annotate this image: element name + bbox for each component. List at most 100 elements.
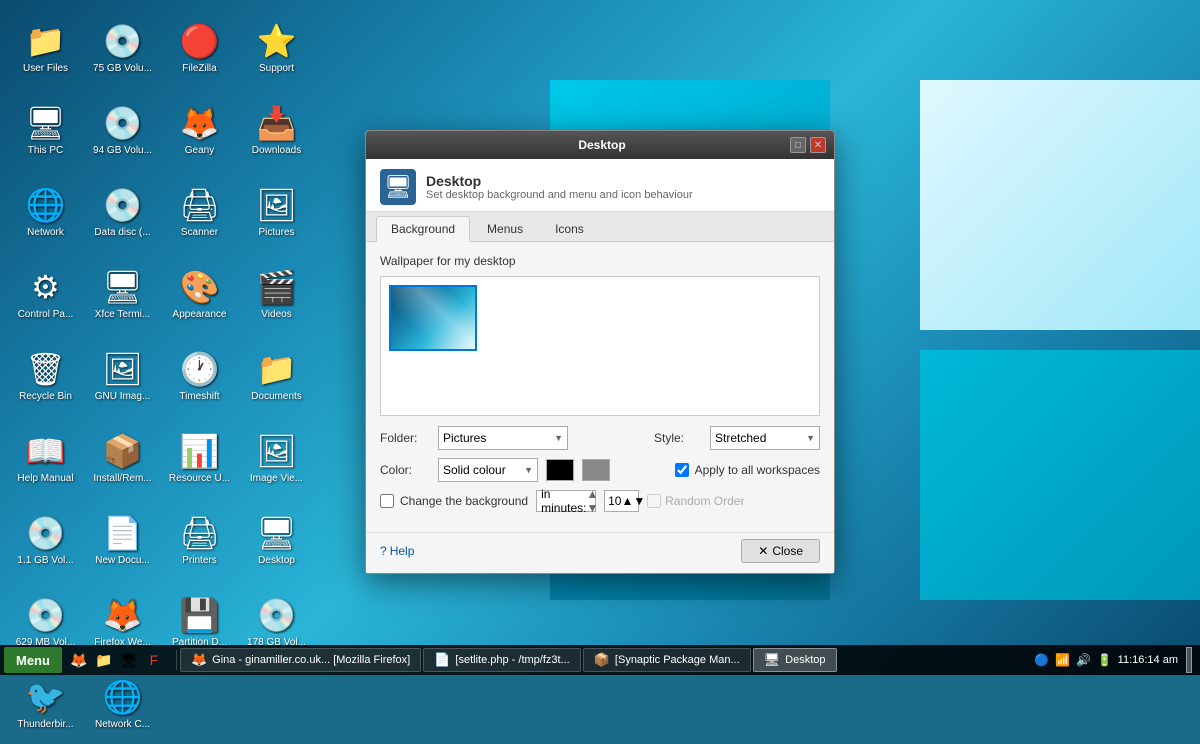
desktop-icon-resource-u[interactable]: 📊 Resource U... xyxy=(162,418,237,498)
help-link[interactable]: ? Help xyxy=(380,544,414,558)
color-swatch-gray[interactable] xyxy=(582,459,610,481)
desktop-icon-videos[interactable]: 🎬 Videos xyxy=(239,254,314,334)
desktop-icon-install-remove[interactable]: 📦 Install/Rem... xyxy=(85,418,160,498)
tab-background[interactable]: Background xyxy=(376,216,470,242)
tray-icon-volume[interactable]: 🔊 xyxy=(1075,651,1093,669)
desktop-icon-xfce-terminal[interactable]: 🖥 Xfce Termi... xyxy=(85,254,160,334)
show-desktop-button[interactable] xyxy=(1186,647,1192,673)
desktop-icon-network-c[interactable]: 🌐 Network C... xyxy=(85,664,160,744)
desktop-icon-94gb-vol[interactable]: 💿 94 GB Volu... xyxy=(85,90,160,170)
desktop-icon-scanner[interactable]: 🖨 Scanner xyxy=(162,172,237,252)
app-label-gina-firefox: Gina - ginamiller.co.uk... [Mozilla Fire… xyxy=(212,654,410,666)
icon-image-xfce-terminal: 🖥 xyxy=(103,267,143,307)
wallpaper-grid[interactable] xyxy=(380,276,820,416)
taskbar-icon-terminal[interactable]: 🖥 xyxy=(118,649,140,671)
icon-label-control-panel: Control Pa... xyxy=(18,309,74,321)
desktop-icon-downloads[interactable]: 📥 Downloads xyxy=(239,90,314,170)
minutes-select[interactable]: in minutes: ▲▼ xyxy=(536,490,596,512)
folder-caret: ▼ xyxy=(554,433,563,443)
taskbar-sep xyxy=(176,650,177,670)
close-button[interactable]: ✕ Close xyxy=(741,539,820,563)
dialog-app-icon: 🖥 xyxy=(380,169,416,205)
desktop-icon-support[interactable]: ⭐ Support xyxy=(239,8,314,88)
dialog-titlebar: Desktop □ ✕ xyxy=(366,131,834,159)
dialog-header: 🖥 Desktop Set desktop background and men… xyxy=(366,159,834,212)
apply-workspaces-label: Apply to all workspaces xyxy=(695,463,820,477)
icon-image-resource-u: 📊 xyxy=(180,431,220,471)
desktop-icon-gnu-image[interactable]: 🖼 GNU Imag... xyxy=(85,336,160,416)
desktop-icon-1gb-vol[interactable]: 💿 1.1 GB Vol... xyxy=(8,500,83,580)
minutes-number-input[interactable]: 10 ▲▼ xyxy=(604,490,639,512)
icon-image-network: 🌐 xyxy=(26,185,66,225)
titlebar-controls: □ ✕ xyxy=(790,137,826,153)
desktop-icon-help-manual[interactable]: 📖 Help Manual xyxy=(8,418,83,498)
icon-label-user-files: User Files xyxy=(23,63,68,75)
icon-label-appearance: Appearance xyxy=(173,309,227,321)
desktop-icon-image-viewer[interactable]: 🖼 Image Vie... xyxy=(239,418,314,498)
app-icon-gina-firefox: 🦊 xyxy=(191,652,207,668)
style-select[interactable]: Stretched ▼ xyxy=(710,426,820,450)
taskbar-app-gina-firefox[interactable]: 🦊 Gina - ginamiller.co.uk... [Mozilla Fi… xyxy=(180,648,421,672)
taskbar-app-setlite-php[interactable]: 📄 [setlite.php - /tmp/fz3t... xyxy=(423,648,581,672)
desktop-icon-desktop[interactable]: 🖥 Desktop xyxy=(239,500,314,580)
close-label: Close xyxy=(772,544,803,558)
wallpaper-thumb-1[interactable] xyxy=(389,285,477,351)
taskbar-app-synaptic[interactable]: 📦 [Synaptic Package Man... xyxy=(583,648,751,672)
icon-image-recycle-bin: 🗑 xyxy=(26,349,66,389)
icon-label-videos: Videos xyxy=(261,309,291,321)
apply-workspaces-checkbox[interactable] xyxy=(675,463,689,477)
tab-menus[interactable]: Menus xyxy=(472,216,538,241)
icon-label-image-viewer: Image Vie... xyxy=(250,473,303,485)
tab-icons[interactable]: Icons xyxy=(540,216,599,241)
in-minutes-value: in minutes: xyxy=(541,487,586,515)
icon-image-data-disc: 💿 xyxy=(103,185,143,225)
desktop-icon-data-disc[interactable]: 💿 Data disc (... xyxy=(85,172,160,252)
desktop-icon-user-files[interactable]: 📁 User Files xyxy=(8,8,83,88)
tray-icon-1[interactable]: 🔵 xyxy=(1033,651,1051,669)
folder-value: Pictures xyxy=(443,431,486,445)
icon-label-downloads: Downloads xyxy=(252,145,301,157)
desktop-icon-filezilla[interactable]: 🔴 FileZilla xyxy=(162,8,237,88)
dialog-header-text: Desktop Set desktop background and menu … xyxy=(426,173,693,201)
start-button[interactable]: Menu xyxy=(4,647,62,673)
tray-icon-network[interactable]: 📶 xyxy=(1054,651,1072,669)
random-order-label: Random Order xyxy=(665,494,744,508)
icon-image-support: ⭐ xyxy=(257,21,297,61)
icon-label-network: Network xyxy=(27,227,64,239)
icon-label-pictures: Pictures xyxy=(258,227,294,239)
desktop-icon-documents[interactable]: 📁 Documents xyxy=(239,336,314,416)
desktop-icon-timeshift[interactable]: 🕐 Timeshift xyxy=(162,336,237,416)
icon-image-install-remove: 📦 xyxy=(103,431,143,471)
taskbar-icon-filezilla[interactable]: F xyxy=(143,649,165,671)
desktop-icon-recycle-bin[interactable]: 🗑 Recycle Bin xyxy=(8,336,83,416)
taskbar-icon-firefox[interactable]: 🦊 xyxy=(68,649,90,671)
change-bg-checkbox[interactable] xyxy=(380,494,394,508)
icon-label-timeshift: Timeshift xyxy=(179,391,219,403)
random-order-checkbox[interactable] xyxy=(647,494,661,508)
desktop-icon-printers[interactable]: 🖨 Printers xyxy=(162,500,237,580)
desktop-icon-new-document[interactable]: 📄 New Docu... xyxy=(85,500,160,580)
desktop-icon-geany[interactable]: 🦊 Geany xyxy=(162,90,237,170)
help-question-icon: ? xyxy=(380,544,387,558)
icon-label-94gb-vol: 94 GB Volu... xyxy=(93,145,152,157)
desktop-icon-pictures[interactable]: 🖼 Pictures xyxy=(239,172,314,252)
maximize-button[interactable]: □ xyxy=(790,137,806,153)
desktop-icon-this-pc[interactable]: 🖥 This PC xyxy=(8,90,83,170)
color-swatch-black[interactable] xyxy=(546,459,574,481)
dialog-body: Wallpaper for my desktop Folder: Picture… xyxy=(366,242,834,532)
desktop-icon-network[interactable]: 🌐 Network xyxy=(8,172,83,252)
desktop-icon-control-panel[interactable]: ⚙ Control Pa... xyxy=(8,254,83,334)
icon-image-178gb-vol: 💿 xyxy=(257,595,297,635)
desktop-icon-75gb-vol[interactable]: 💿 75 GB Volu... xyxy=(85,8,160,88)
icon-image-94gb-vol: 💿 xyxy=(103,103,143,143)
folder-select[interactable]: Pictures ▼ xyxy=(438,426,568,450)
close-title-button[interactable]: ✕ xyxy=(810,137,826,153)
app-label-desktop-app: Desktop xyxy=(785,654,825,666)
icon-image-downloads: 📥 xyxy=(257,103,297,143)
taskbar-icon-files[interactable]: 📁 xyxy=(93,649,115,671)
desktop-icon-appearance[interactable]: 🎨 Appearance xyxy=(162,254,237,334)
desktop-icon-thunderbird[interactable]: 🐦 Thunderbir... xyxy=(8,664,83,744)
tray-icon-battery[interactable]: 🔋 xyxy=(1096,651,1114,669)
color-select[interactable]: Solid colour ▼ xyxy=(438,458,538,482)
taskbar-app-desktop-app[interactable]: 🖥 Desktop xyxy=(753,648,837,672)
